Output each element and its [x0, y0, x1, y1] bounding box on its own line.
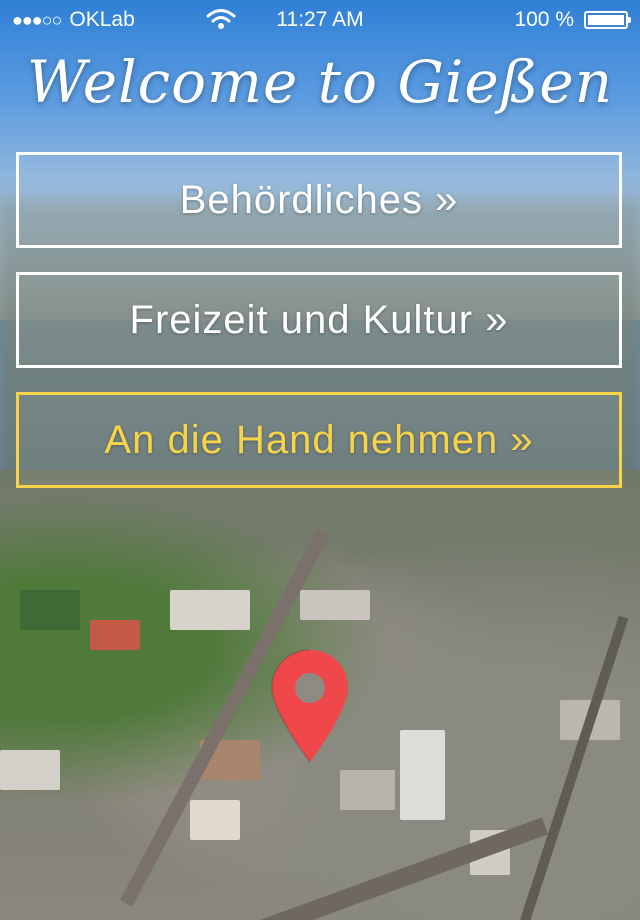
building	[190, 800, 240, 840]
battery-icon	[584, 11, 631, 29]
building	[340, 770, 395, 810]
building	[0, 750, 60, 790]
freizeit-und-kultur-label: Freizeit und Kultur »	[129, 297, 509, 342]
building	[300, 590, 370, 620]
location-pin-icon[interactable]	[268, 648, 352, 764]
building	[90, 620, 140, 650]
page-title: Welcome to Gießen	[26, 48, 614, 116]
behoerdliches-label: Behördliches »	[179, 177, 459, 222]
status-bar: ●●●○○ OKLab 11:27 AM 100 %	[0, 0, 640, 40]
an-die-hand-nehmen-button[interactable]: An die Hand nehmen »	[16, 392, 622, 488]
building	[400, 730, 445, 820]
an-die-hand-nehmen-label: An die Hand nehmen »	[104, 417, 534, 462]
freizeit-und-kultur-button[interactable]: Freizeit und Kultur »	[16, 272, 622, 368]
behoerdliches-button[interactable]: Behördliches »	[16, 152, 622, 248]
trees	[20, 590, 80, 630]
building	[170, 590, 250, 630]
battery-percentage: 100 %	[514, 8, 574, 31]
status-right: 100 %	[514, 8, 631, 32]
